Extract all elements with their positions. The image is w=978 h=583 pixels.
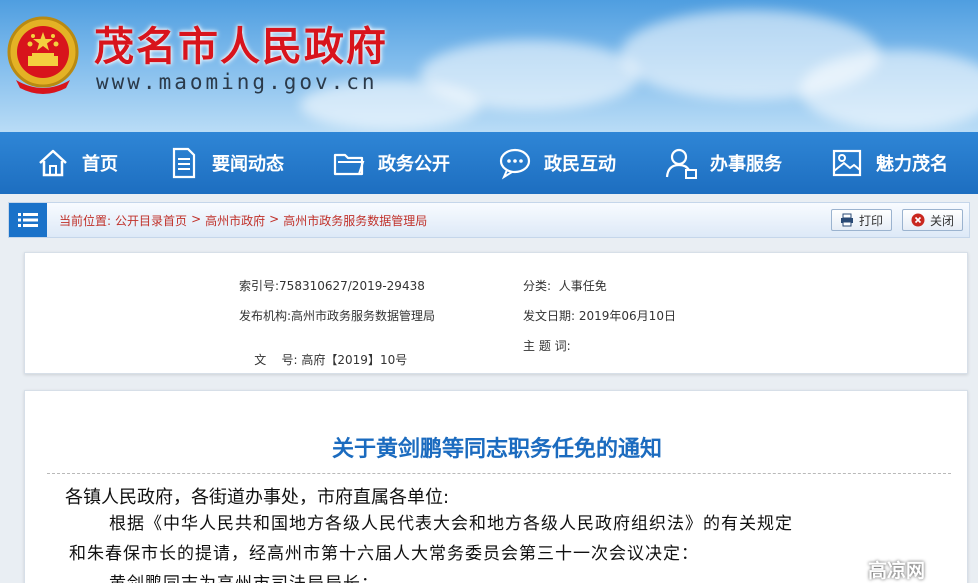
- article-panel: 关于黄剑鹏等同志职务任免的通知 各镇人民政府，各街道办事处，市府直属各单位: 根…: [24, 390, 968, 583]
- document-icon: [172, 147, 196, 179]
- nav-item-home[interactable]: 首页: [36, 146, 118, 180]
- main-nav: 首页 要闻动态 政务公开 政民互动 办事服务 魅力茂名: [0, 132, 978, 194]
- breadcrumb-bar: 当前位置: 公开目录首页 > 高州市政府 > 高州市政务服务数据管理局 打印 关…: [8, 202, 970, 238]
- nav-item-services[interactable]: 办事服务: [664, 146, 782, 180]
- wechat-icon: [836, 560, 861, 578]
- folder-icon: [333, 153, 365, 176]
- article-paragraph-line: 黄剑鹏同志为高州市司法局局长；: [109, 569, 379, 583]
- national-emblem-icon: [7, 16, 79, 94]
- breadcrumb-separator: >: [191, 211, 202, 226]
- chat-icon: [499, 148, 531, 180]
- header-banner: 茂名市人民政府 www.maoming.gov.cn: [0, 0, 978, 132]
- nav-item-label: 要闻动态: [212, 154, 284, 175]
- meta-date-value: 2019年06月10日: [578, 309, 676, 323]
- user-service-icon: [665, 148, 697, 179]
- watermark: 高凉网: [836, 556, 925, 583]
- article-salutation: 各镇人民政府，各街道办事处，市府直属各单位:: [65, 487, 450, 508]
- site-title: 茂名市人民政府: [94, 23, 388, 70]
- meta-index-label: 索引号:: [239, 279, 280, 293]
- print-label: 打印: [858, 213, 883, 228]
- meta-date-label: 发文日期:: [523, 309, 576, 323]
- meta-docno-label: 文 号:: [254, 353, 298, 367]
- title-divider: [47, 473, 951, 474]
- meta-index: 索引号:758310627/2019-29438: [239, 277, 425, 294]
- meta-docno: 文 号: 高府【2019】10号: [239, 337, 407, 382]
- close-icon: [911, 213, 925, 227]
- nav-item-news[interactable]: 要闻动态: [166, 146, 284, 180]
- nav-item-gov-affairs[interactable]: 政务公开: [332, 146, 450, 180]
- meta-category: 分类: 人事任免: [523, 277, 607, 294]
- breadcrumb: 当前位置: 公开目录首页 > 高州市政府 > 高州市政务服务数据管理局: [59, 212, 427, 229]
- breadcrumb-prefix: 当前位置:: [59, 213, 112, 228]
- home-icon: [39, 149, 67, 177]
- article-paragraph-line: 和朱春保市长的提请，经高州市第十六届人大常务委员会第三十一次会议决定：: [69, 544, 699, 564]
- site-url: www.maoming.gov.cn: [96, 70, 378, 94]
- breadcrumb-link-bureau[interactable]: 高州市政务服务数据管理局: [283, 212, 427, 229]
- close-label: 关闭: [929, 213, 954, 228]
- nav-item-label: 办事服务: [710, 154, 782, 175]
- nav-item-label: 魅力茂名: [876, 154, 948, 175]
- list-menu-icon[interactable]: [9, 203, 47, 237]
- meta-index-value: 758310627/2019-29438: [279, 279, 425, 293]
- meta-issuer-label: 发布机构:: [239, 309, 292, 323]
- meta-category-label: 分类:: [523, 279, 552, 293]
- nav-item-label: 政民互动: [544, 154, 616, 175]
- meta-issuer-value: 高州市政务服务数据管理局: [291, 309, 436, 323]
- nav-item-charm[interactable]: 魅力茂名: [830, 146, 948, 180]
- breadcrumb-link-gov[interactable]: 高州市政府: [205, 212, 265, 229]
- watermark-text: 高凉网: [868, 560, 926, 582]
- meta-subject: 主 题 词:: [523, 337, 575, 354]
- article-title: 关于黄剑鹏等同志职务任免的通知: [331, 437, 662, 462]
- breadcrumb-separator: >: [269, 211, 280, 226]
- cloud-decoration: [800, 50, 978, 130]
- meta-docno-value: 高府【2019】10号: [301, 353, 408, 367]
- nav-item-label: 政务公开: [378, 154, 450, 175]
- meta-subject-label: 主 题 词:: [523, 339, 571, 353]
- print-button[interactable]: 打印: [830, 209, 892, 231]
- meta-issuer: 发布机构:高州市政务服务数据管理局: [239, 307, 435, 324]
- meta-date: 发文日期: 2019年06月10日: [523, 307, 676, 324]
- page-actions: 打印 关闭: [830, 209, 969, 231]
- image-icon: [832, 149, 862, 177]
- meta-category-value: 人事任免: [558, 279, 607, 293]
- close-button[interactable]: 关闭: [901, 209, 963, 231]
- printer-icon: [840, 213, 853, 227]
- article-paragraph-line: 根据《中华人民共和国地方各级人民代表大会和地方各级人民政府组织法》的有关规定: [109, 514, 793, 534]
- nav-item-label: 首页: [82, 154, 118, 175]
- breadcrumb-link-catalog[interactable]: 公开目录首页: [115, 212, 187, 229]
- nav-item-interaction[interactable]: 政民互动: [498, 146, 616, 180]
- document-meta-panel: 索引号:758310627/2019-29438 分类: 人事任免 发布机构:高…: [24, 252, 968, 374]
